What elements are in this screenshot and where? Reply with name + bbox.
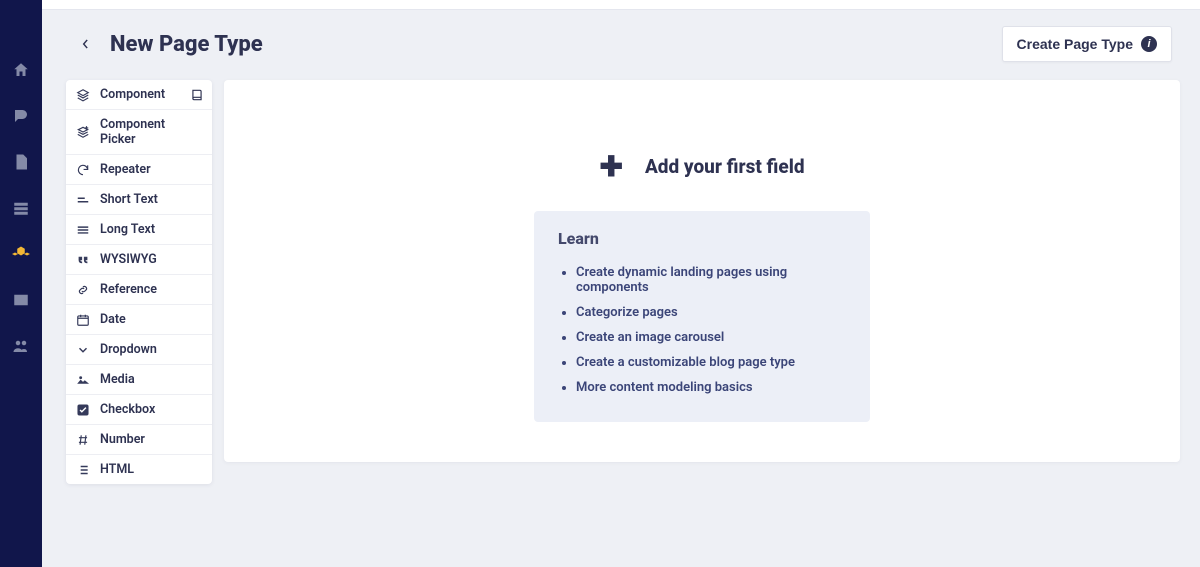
learn-link-item: Categorize pages — [576, 300, 846, 325]
learn-link[interactable]: Create an image carousel — [576, 330, 724, 345]
create-page-type-button[interactable]: Create Page Type i — [1002, 26, 1172, 62]
field-type-repeater[interactable]: Repeater — [66, 155, 212, 185]
field-type-html[interactable]: HTML — [66, 455, 212, 484]
nav-collections-icon[interactable] — [11, 198, 31, 218]
checkbox-icon — [76, 403, 90, 417]
short-lines-icon — [76, 193, 90, 207]
learn-link[interactable]: Create a customizable blog page type — [576, 355, 795, 370]
layers-plus-icon — [76, 125, 90, 139]
field-type-label: Dropdown — [100, 342, 157, 357]
long-lines-icon — [76, 223, 90, 237]
field-type-reference[interactable]: Reference — [66, 275, 212, 305]
field-type-label: Reference — [100, 282, 157, 297]
field-type-label: Media — [100, 372, 135, 387]
field-type-media[interactable]: Media — [66, 365, 212, 395]
side-nav — [0, 0, 42, 567]
page-title: New Page Type — [110, 32, 263, 57]
field-type-label: Repeater — [100, 162, 151, 177]
field-type-label: Long Text — [100, 222, 155, 237]
nav-media-icon[interactable] — [11, 290, 31, 310]
plus-icon: ✚ — [599, 150, 622, 183]
nav-blog-icon[interactable] — [11, 106, 31, 126]
field-type-date[interactable]: Date — [66, 305, 212, 335]
field-type-number[interactable]: Number — [66, 425, 212, 455]
field-type-label: Date — [100, 312, 126, 327]
field-type-wysiwyg[interactable]: WYSIWYG — [66, 245, 212, 275]
chevron-down-icon — [76, 343, 90, 357]
field-type-label: HTML — [100, 462, 134, 477]
field-type-label: Checkbox — [100, 402, 155, 417]
field-type-label: Component Picker — [100, 117, 202, 147]
nav-components-icon[interactable] — [11, 244, 31, 264]
field-type-component-picker[interactable]: Component Picker — [66, 110, 212, 155]
learn-link[interactable]: Create dynamic landing pages using compo… — [576, 265, 787, 295]
learn-panel: Learn Create dynamic landing pages using… — [534, 211, 870, 422]
field-type-label: Number — [100, 432, 145, 447]
create-page-type-label: Create Page Type — [1017, 36, 1133, 52]
field-type-checkbox[interactable]: Checkbox — [66, 395, 212, 425]
learn-link-item: More content modeling basics — [576, 375, 846, 400]
info-icon: i — [1141, 36, 1157, 52]
field-type-component[interactable]: Component — [66, 80, 212, 110]
book-icon[interactable] — [190, 88, 204, 102]
learn-link[interactable]: More content modeling basics — [576, 380, 753, 395]
learn-link-item: Create a customizable blog page type — [576, 350, 846, 375]
image-icon — [76, 373, 90, 387]
list-icon — [76, 463, 90, 477]
field-type-dropdown[interactable]: Dropdown — [66, 335, 212, 365]
back-button[interactable] — [76, 34, 96, 54]
rotate-icon — [76, 163, 90, 177]
hash-icon — [76, 433, 90, 447]
nav-pages-icon[interactable] — [11, 152, 31, 172]
nav-home-icon[interactable] — [11, 60, 31, 80]
quotes-icon — [76, 253, 90, 267]
learn-title: Learn — [558, 229, 846, 248]
learn-link-item: Create an image carousel — [576, 325, 846, 350]
add-first-field-label: Add your first field — [645, 155, 805, 178]
top-bar — [42, 0, 1200, 10]
field-type-label: Component — [100, 87, 165, 102]
layers-icon — [76, 88, 90, 102]
field-type-label: WYSIWYG — [100, 252, 157, 267]
workspace-canvas: ✚ Add your first field Learn Create dyna… — [224, 80, 1180, 462]
learn-link[interactable]: Categorize pages — [576, 305, 678, 320]
field-type-palette: Component Component Picker Repeater Short T… — [66, 80, 212, 484]
field-type-short-text[interactable]: Short Text — [66, 185, 212, 215]
add-first-field-button[interactable]: ✚ Add your first field — [599, 150, 804, 183]
calendar-icon — [76, 313, 90, 327]
learn-link-item: Create dynamic landing pages using compo… — [576, 260, 846, 300]
link-icon — [76, 283, 90, 297]
field-type-label: Short Text — [100, 192, 158, 207]
learn-list: Create dynamic landing pages using compo… — [558, 260, 846, 400]
field-type-long-text[interactable]: Long Text — [66, 215, 212, 245]
nav-users-icon[interactable] — [11, 336, 31, 356]
page-header: New Page Type Create Page Type i — [42, 10, 1200, 80]
